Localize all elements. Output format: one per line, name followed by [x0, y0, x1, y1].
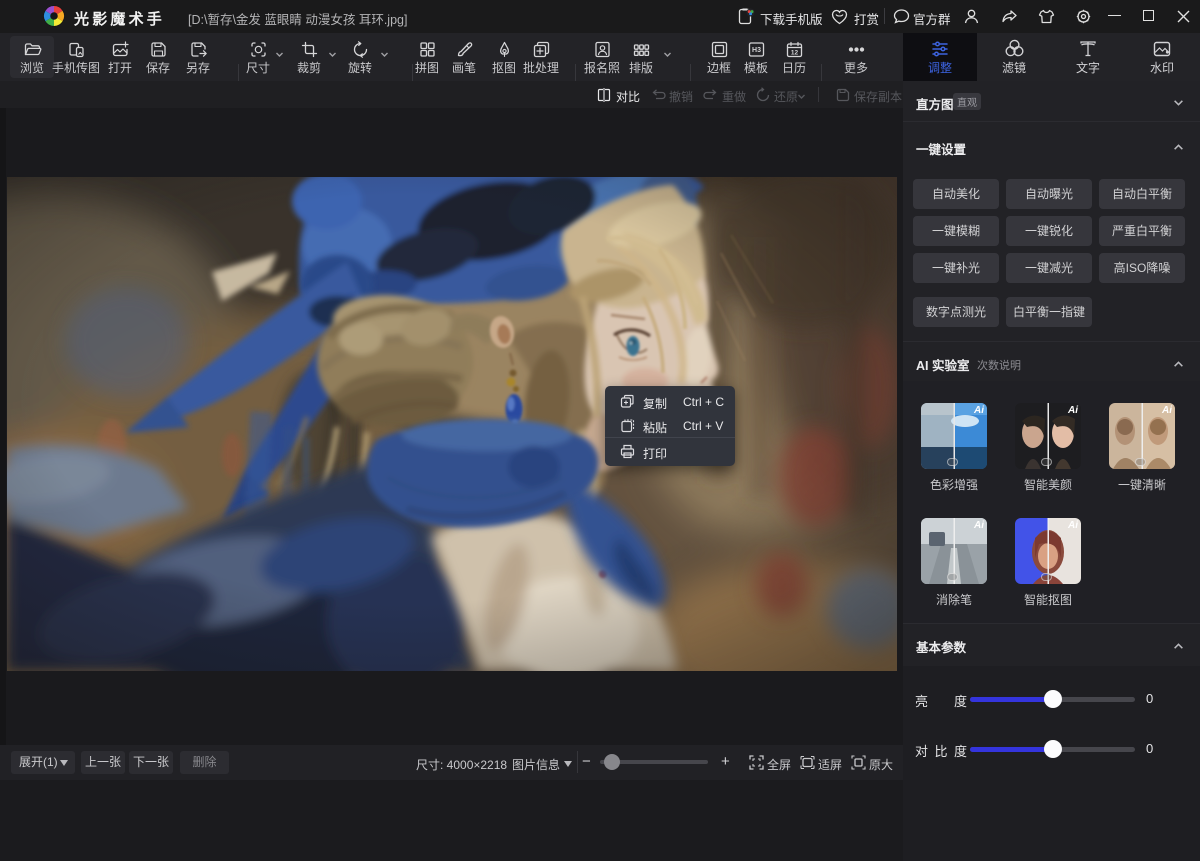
- svg-text:H3: H3: [752, 47, 761, 54]
- svg-text:12: 12: [790, 49, 798, 56]
